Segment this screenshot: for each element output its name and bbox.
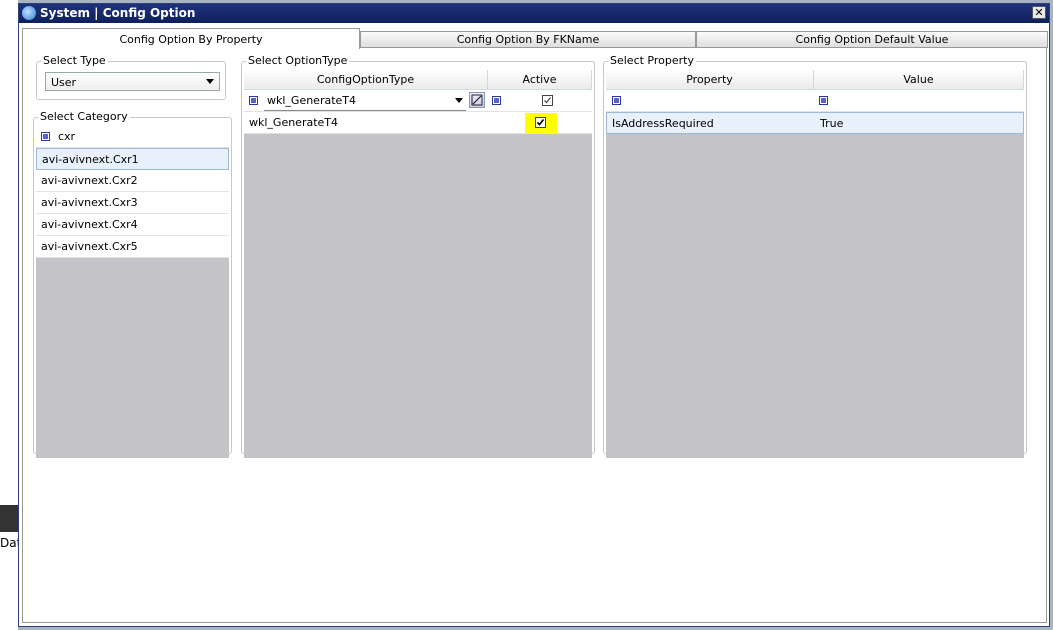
- filter-icon[interactable]: [612, 96, 621, 105]
- tab-content: Select Type User Select Category cxr avi…: [22, 47, 1047, 623]
- select-type-group: Select Type User: [36, 54, 226, 100]
- tab-label: Config Option Default Value: [795, 33, 949, 46]
- close-icon: ✕: [1034, 6, 1044, 19]
- chevron-down-icon[interactable]: [455, 98, 463, 103]
- column-header-active[interactable]: Active: [488, 70, 592, 89]
- grid-filter-row: wkl_GenerateT4: [244, 90, 592, 112]
- select-option-type-group: Select OptionType ConfigOptionType Activ…: [241, 54, 595, 458]
- property-grid: Property Value IsAddressRequired True: [606, 70, 1024, 458]
- column-header-configoptiontype[interactable]: ConfigOptionType: [244, 70, 488, 89]
- active-filter-checkbox[interactable]: [542, 95, 553, 106]
- tab-label: Config Option By FKName: [456, 33, 600, 46]
- category-filter-input[interactable]: cxr: [58, 126, 75, 147]
- select-property-group: Select Property Property Value IsAddress…: [603, 54, 1027, 458]
- property-cell: IsAddressRequired: [612, 117, 714, 130]
- grid-filter-row: [606, 90, 1024, 112]
- category-name: avi-avivnext.Cxr5: [41, 240, 138, 253]
- category-name: avi-avivnext.Cxr3: [41, 196, 138, 209]
- optiontype-cell: wkl_GenerateT4: [249, 116, 339, 129]
- select-property-legend: Select Property: [610, 54, 694, 67]
- list-item[interactable]: avi-avivnext.Cxr5: [36, 236, 229, 258]
- table-row[interactable]: wkl_GenerateT4: [244, 112, 592, 134]
- clear-filter-icon[interactable]: [469, 92, 485, 108]
- optiontype-filter-combo[interactable]: wkl_GenerateT4: [264, 91, 466, 111]
- filter-icon[interactable]: [819, 96, 828, 105]
- list-item[interactable]: avi-avivnext.Cxr4: [36, 214, 229, 236]
- list-item[interactable]: avi-avivnext.Cxr2: [36, 170, 229, 192]
- config-option-window: System | Config Option ✕ Config Option B…: [18, 3, 1050, 627]
- window-title: System | Config Option: [40, 6, 196, 20]
- grid-header: Property Value: [606, 70, 1024, 90]
- list-item[interactable]: avi-avivnext.Cxr3: [36, 192, 229, 214]
- filter-icon[interactable]: [249, 96, 258, 105]
- option-type-grid: ConfigOptionType Active wkl_GenerateT4 w…: [244, 70, 592, 458]
- chevron-down-icon[interactable]: [206, 79, 214, 84]
- select-option-type-legend: Select OptionType: [248, 54, 348, 67]
- tab-config-option-default-value[interactable]: Config Option Default Value: [696, 31, 1048, 48]
- tab-config-option-by-property[interactable]: Config Option By Property: [22, 28, 360, 49]
- select-type-dropdown[interactable]: User: [45, 72, 220, 91]
- category-name: avi-avivnext.Cxr1: [42, 153, 139, 166]
- select-category-group: Select Category cxr avi-avivnext.Cxr1 av…: [33, 110, 232, 458]
- tab-label: Config Option By Property: [119, 33, 263, 46]
- background-app-toolbar: [0, 505, 18, 532]
- column-header-property[interactable]: Property: [606, 70, 814, 89]
- tab-bar: Config Option By Property Config Option …: [22, 28, 1048, 49]
- column-header-value[interactable]: Value: [814, 70, 1024, 89]
- category-name: avi-avivnext.Cxr2: [41, 174, 138, 187]
- value-cell: True: [820, 117, 844, 130]
- title-bar[interactable]: System | Config Option ✕: [19, 4, 1049, 23]
- active-checkbox[interactable]: [535, 117, 546, 128]
- close-button[interactable]: ✕: [1032, 6, 1046, 19]
- table-row[interactable]: IsAddressRequired True: [606, 112, 1024, 134]
- optiontype-filter-value: wkl_GenerateT4: [267, 94, 357, 107]
- grid-header: ConfigOptionType Active: [244, 70, 592, 90]
- filter-icon[interactable]: [492, 96, 501, 105]
- select-type-value: User: [51, 76, 77, 89]
- category-name: avi-avivnext.Cxr4: [41, 218, 138, 231]
- app-logo-icon: [22, 6, 36, 20]
- select-type-legend: Select Type: [43, 54, 106, 67]
- list-item[interactable]: avi-avivnext.Cxr1: [36, 148, 229, 170]
- category-filter-row: cxr: [36, 126, 229, 148]
- filter-icon[interactable]: [41, 132, 50, 141]
- category-list: cxr avi-avivnext.Cxr1 avi-avivnext.Cxr2 …: [36, 126, 229, 458]
- select-category-legend: Select Category: [40, 110, 128, 123]
- tab-config-option-by-fkname[interactable]: Config Option By FKName: [360, 31, 696, 48]
